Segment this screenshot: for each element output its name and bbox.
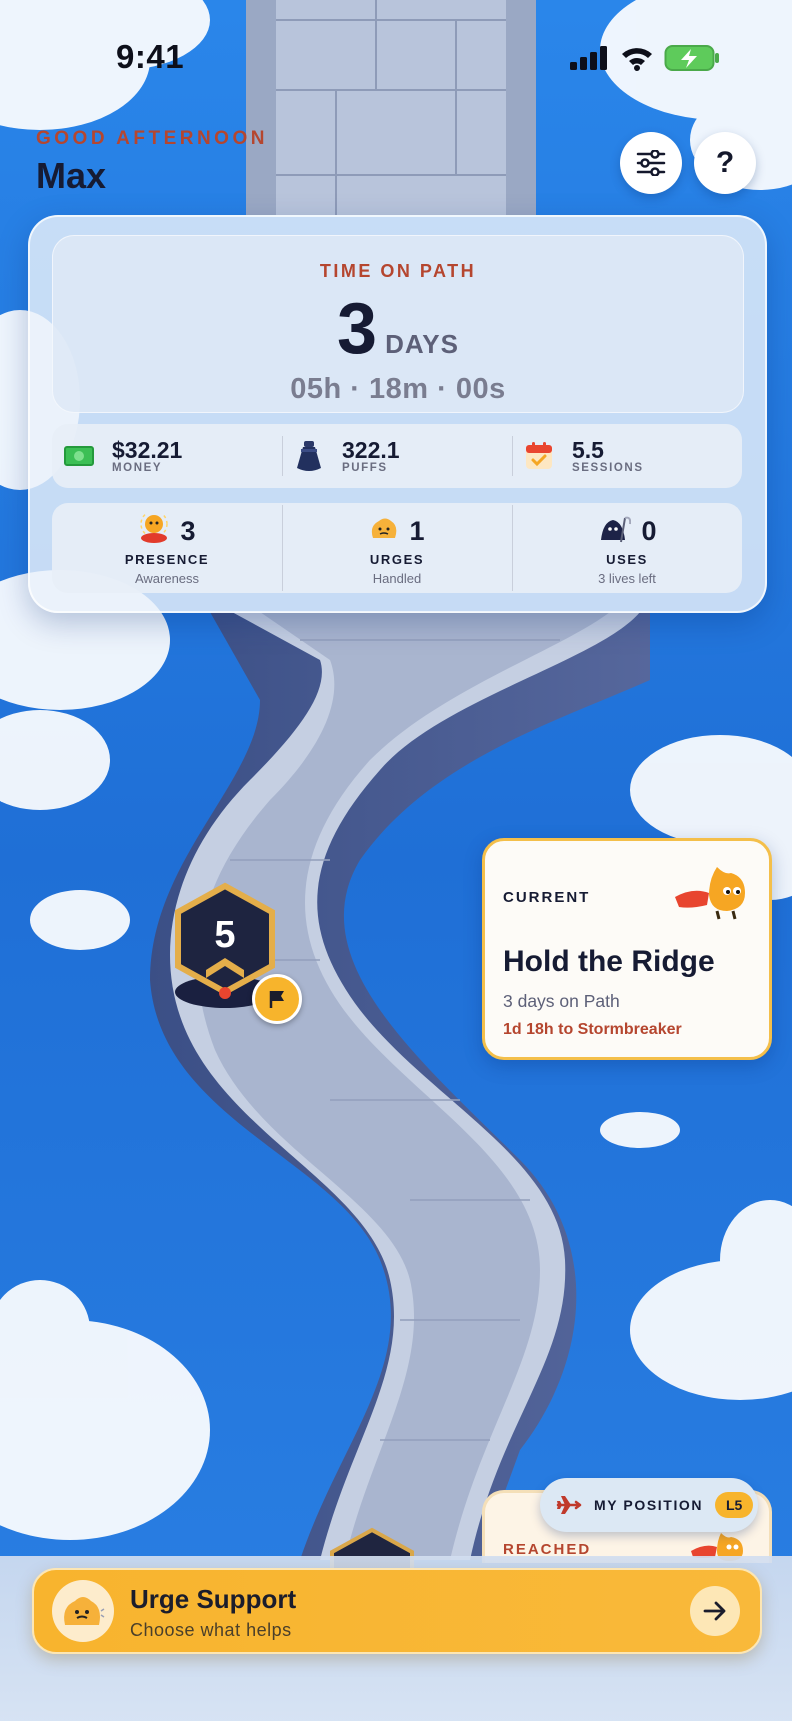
flag-icon (269, 991, 284, 1008)
time-on-path-panel: TIME ON PATH 3 DAYS 05h · 18m · 00s (52, 235, 744, 413)
arrow-right-icon (703, 1601, 726, 1621)
level-number: 5 (214, 914, 236, 956)
username: Max (36, 155, 107, 196)
greeting: GOOD AFTERNOON (36, 128, 268, 149)
current-title: Hold the Ridge (503, 945, 715, 978)
time-on-path-label: TIME ON PATH (319, 261, 477, 281)
sliders-icon (636, 150, 666, 176)
current-level-card[interactable]: CURRENT Hold the Ridge 3 days on Path 1d… (482, 838, 772, 1060)
flying-mascot-icon (675, 867, 745, 920)
settings-button[interactable] (620, 132, 682, 194)
metric-value: $32.21 (112, 437, 183, 463)
money-icon (64, 441, 94, 471)
calendar-check-icon (524, 441, 554, 471)
urge-avatar (52, 1580, 114, 1642)
stats-card: TIME ON PATH 3 DAYS 05h · 18m · 00s $32.2… (28, 215, 767, 613)
help-button[interactable]: ? (694, 132, 756, 194)
milestone-subtitle: Awareness (134, 571, 200, 586)
metric-sessions: 5.5 SESSIONS (512, 424, 742, 488)
current-label: CURRENT (503, 889, 591, 906)
my-position-level: L5 (715, 1492, 754, 1518)
urge-support-button[interactable]: Urge Support Choose what helps (32, 1568, 762, 1654)
urge-support-subtitle: Choose what helps (130, 1620, 292, 1640)
plane-icon (556, 1496, 582, 1514)
status-icons (570, 44, 720, 72)
milestone-subtitle: Handled (372, 571, 422, 586)
days-unit: DAYS (385, 329, 459, 359)
urge-support-title: Urge Support (130, 1584, 297, 1614)
milestone-title: PRESENCE (124, 552, 210, 567)
flag-button[interactable] (252, 974, 302, 1024)
metric-label: PUFFS (342, 462, 388, 474)
metric-value: 5.5 (572, 437, 604, 463)
milestone-title: USES (606, 552, 648, 567)
urge-blob-icon (64, 1597, 105, 1625)
current-next-milestone: 1d 18h to Stormbreaker (503, 1021, 682, 1038)
time-hms: 05h · 18m · 00s (290, 373, 506, 405)
signal-icon (570, 46, 607, 70)
wifi-icon (622, 48, 652, 71)
urge-arrow-button[interactable] (690, 1586, 740, 1636)
metric-puffs: 322.1 PUFFS (282, 424, 512, 488)
milestone-count: 0 (641, 515, 657, 546)
milestone-count: 3 (180, 515, 196, 546)
milestone-uses: 0 USES 3 lives left (512, 503, 742, 593)
milestone-subtitle: 3 lives left (598, 571, 656, 586)
status-time: 9:41 (116, 38, 185, 75)
my-position-button[interactable]: MY POSITION L5 (540, 1478, 758, 1532)
milestone-urges: 1 URGES Handled (282, 503, 512, 593)
milestones-row: 3 PRESENCE Awareness 1 URGES Handled 0 U… (52, 503, 742, 593)
current-days-on-path: 3 days on Path (503, 991, 620, 1011)
reaper-icon (597, 514, 632, 549)
metric-label: SESSIONS (572, 462, 644, 474)
urge-blob-icon (369, 516, 399, 547)
days-counter: 3 DAYS (53, 288, 743, 370)
milestone-presence: 3 PRESENCE Awareness (52, 503, 282, 593)
days-number: 3 (337, 289, 378, 369)
milestone-count: 1 (409, 515, 425, 546)
metric-value: 322.1 (342, 437, 400, 463)
pouch-icon (294, 441, 324, 471)
battery-charging-icon (664, 45, 719, 71)
metric-money: $32.21 MONEY (52, 424, 282, 488)
metrics-row: $32.21 MONEY 322.1 PUFFS 5.5 SESSIONS (52, 424, 742, 488)
meditating-mascot-icon (138, 509, 170, 549)
metric-label: MONEY (112, 462, 163, 474)
my-position-label: MY POSITION (594, 1497, 704, 1513)
milestone-title: URGES (369, 552, 425, 567)
